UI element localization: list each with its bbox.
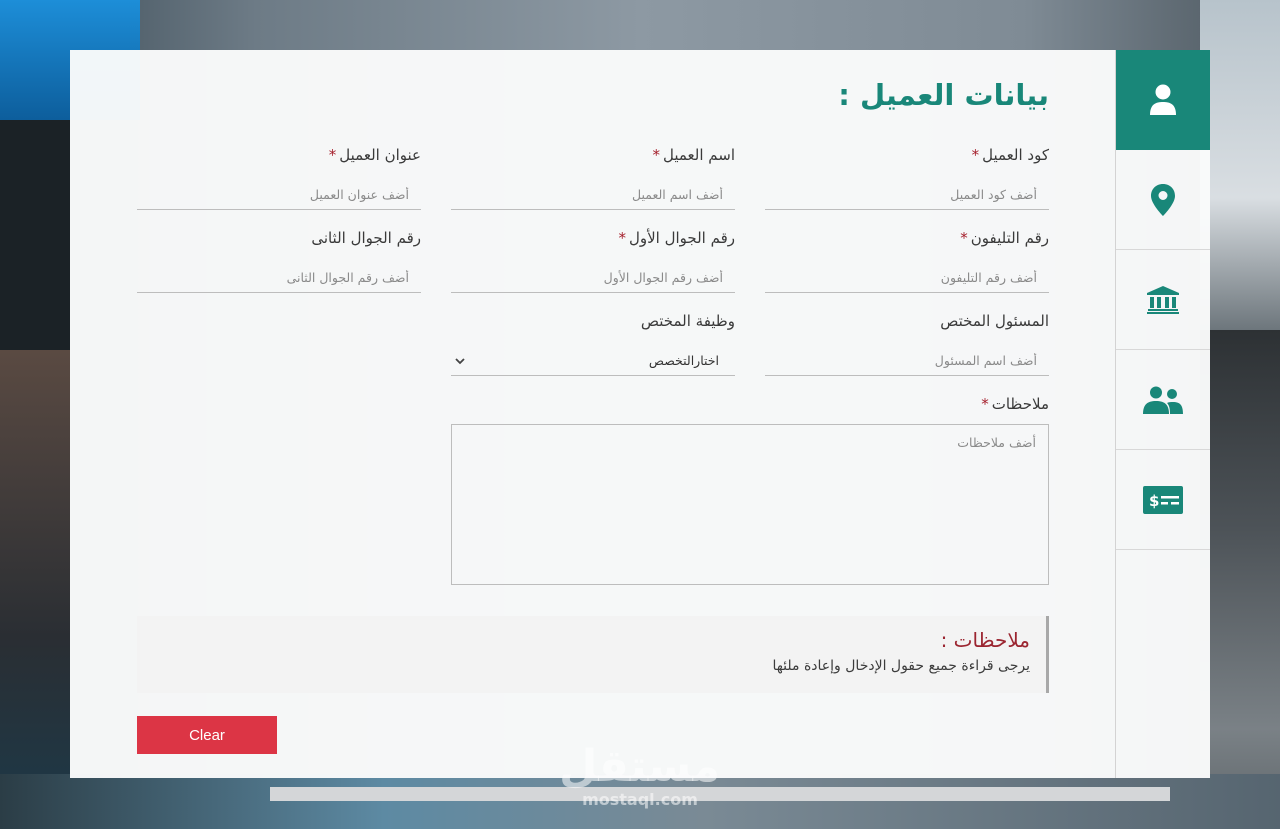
bank-icon <box>1147 285 1179 314</box>
job-select[interactable]: اختارالتخصص <box>451 346 735 376</box>
client-code-label: كود العميل <box>982 146 1049 164</box>
required-mark: * <box>328 146 337 164</box>
mobile2-label: رقم الجوال الثانى <box>311 229 421 247</box>
client-name-input[interactable] <box>451 180 735 210</box>
responsible-field: المسئول المختص <box>765 312 1049 376</box>
sidebar-item-client-data[interactable] <box>1116 50 1210 150</box>
client-address-label: عنوان العميل <box>339 146 421 164</box>
phone-field: رقم التليفون* <box>765 229 1049 293</box>
responsible-label: المسئول المختص <box>940 312 1049 330</box>
notes-label: ملاحظات <box>991 395 1049 413</box>
mobile2-field: رقم الجوال الثانى <box>137 229 421 293</box>
sidebar-item-payment[interactable]: $ <box>1116 450 1210 550</box>
required-mark: * <box>652 146 660 164</box>
sidebar-item-contacts[interactable] <box>1116 350 1210 450</box>
svg-text:$: $ <box>1149 492 1159 510</box>
notes-textarea[interactable] <box>451 424 1049 585</box>
mobile1-field: رقم الجوال الأول* <box>451 229 735 293</box>
required-mark: * <box>971 146 980 164</box>
client-code-field: كود العميل* <box>765 146 1049 210</box>
job-field: وظيفة المختص اختارالتخصص <box>451 312 735 376</box>
client-address-field: عنوان العميل* <box>137 146 421 210</box>
mobile1-label: رقم الجوال الأول <box>628 229 735 247</box>
client-form-card: $ بيانات العميل : كود العميل* اسم العميل… <box>70 50 1210 778</box>
sidebar-nav: $ <box>1115 50 1210 778</box>
client-address-input[interactable] <box>137 180 421 210</box>
notice-text: يرجى قراءة جميع حقول الإدخال وإعادة ملئه… <box>772 658 1030 674</box>
map-marker-icon <box>1151 183 1175 216</box>
required-mark: * <box>960 229 968 247</box>
client-code-input[interactable] <box>765 180 1049 210</box>
notice-title: ملاحظات : <box>940 628 1030 652</box>
phone-label: رقم التليفون <box>970 229 1049 247</box>
job-label: وظيفة المختص <box>640 312 735 330</box>
users-icon <box>1143 386 1183 414</box>
mobile1-input[interactable] <box>451 263 735 293</box>
required-mark: * <box>618 229 626 247</box>
clear-button[interactable]: Clear <box>137 716 277 754</box>
notes-field: ملاحظات* <box>451 395 1049 585</box>
sidebar-item-bank[interactable] <box>1116 250 1210 350</box>
responsible-input[interactable] <box>765 346 1049 376</box>
client-form: بيانات العميل : كود العميل* اسم العميل* … <box>137 50 1049 778</box>
sidebar-item-location[interactable] <box>1116 150 1210 250</box>
user-icon <box>1150 84 1176 115</box>
job-select-value: اختارالتخصص <box>648 353 719 368</box>
client-name-field: اسم العميل* <box>451 146 735 210</box>
mobile2-input[interactable] <box>137 263 421 293</box>
money-check-icon: $ <box>1143 485 1183 514</box>
chevron-down-icon <box>455 354 465 368</box>
notice-box: ملاحظات : يرجى قراءة جميع حقول الإدخال و… <box>137 616 1049 693</box>
required-mark: * <box>981 395 989 413</box>
phone-input[interactable] <box>765 263 1049 293</box>
page-title: بيانات العميل : <box>838 78 1049 112</box>
client-name-label: اسم العميل <box>662 146 735 164</box>
